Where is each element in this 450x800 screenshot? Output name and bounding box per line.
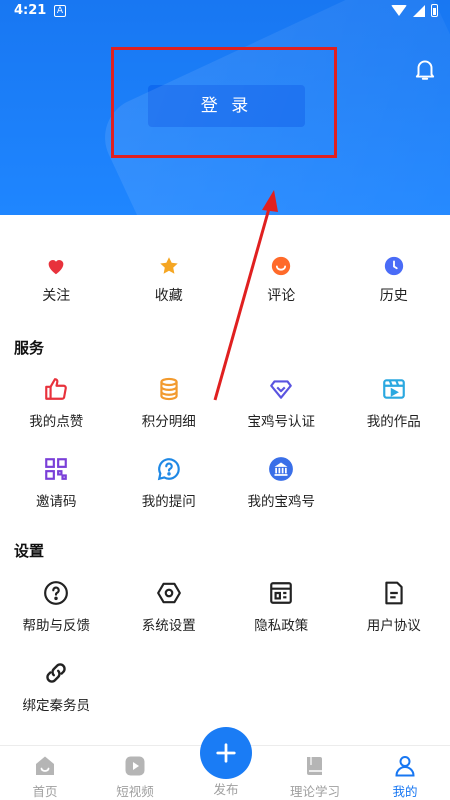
home-icon <box>36 756 54 775</box>
service-item-label: 积分明细 <box>141 414 196 430</box>
person-icon <box>395 756 415 777</box>
services-row-1: 我的点赞 积分明细 宝鸡号认证 我的作品 <box>0 376 450 430</box>
link-icon <box>46 663 66 683</box>
settings-item-label: 绑定秦务员 <box>22 698 91 714</box>
signal-icon <box>413 4 425 17</box>
play-icon <box>125 756 145 776</box>
nav-label: 理论学习 <box>289 784 340 799</box>
settings-item-help-feedback[interactable]: 帮助与反馈 <box>0 580 113 634</box>
nav-home[interactable]: 首页 <box>0 746 90 800</box>
service-item-my-questions[interactable]: 我的提问 <box>113 456 226 510</box>
quick-item-label: 关注 <box>42 288 71 304</box>
service-item-my-likes[interactable]: 我的点赞 <box>0 376 113 430</box>
nav-mine[interactable]: 我的 <box>360 746 450 800</box>
service-item-label: 宝鸡号认证 <box>247 414 316 430</box>
nav-label: 首页 <box>32 784 58 799</box>
plus-icon <box>216 743 236 763</box>
service-item-label: 我的提问 <box>141 494 196 510</box>
nav-theory-study[interactable]: 理论学习 <box>270 746 360 800</box>
status-icons <box>391 4 438 17</box>
publish-button[interactable] <box>200 727 252 779</box>
comment-icon <box>272 256 291 276</box>
settings-item-system[interactable]: 系统设置 <box>113 580 226 634</box>
quick-item-favorites[interactable]: 收藏 <box>113 255 226 305</box>
battery-icon <box>431 4 438 17</box>
settings-section-title: 设置 <box>14 542 45 560</box>
privacy-doc-icon <box>270 582 293 604</box>
publish-label: 发布 <box>213 782 239 797</box>
settings-item-bind-staff[interactable]: 绑定秦务员 <box>0 660 113 714</box>
hexagon-settings-icon <box>156 582 181 604</box>
document-icon <box>385 581 403 605</box>
service-item-my-baoji-account[interactable]: 我的宝鸡号 <box>225 456 338 510</box>
settings-item-label: 隐私政策 <box>254 618 309 634</box>
service-item-invite-code[interactable]: 邀请码 <box>0 456 113 510</box>
quick-item-follow[interactable]: 关注 <box>0 255 113 305</box>
verified-badge-icon <box>270 380 293 399</box>
clock-icon <box>384 256 403 276</box>
annotation-highlight-box <box>111 47 337 158</box>
service-item-label: 邀请码 <box>36 494 77 510</box>
settings-item-label: 系统设置 <box>141 618 196 634</box>
service-item-points[interactable]: 积分明细 <box>113 376 226 430</box>
app-notification-badge: A <box>54 5 66 17</box>
book-icon <box>307 757 322 775</box>
settings-item-user-agreement[interactable]: 用户协议 <box>338 580 450 634</box>
quick-item-label: 历史 <box>379 288 408 304</box>
settings-row-1: 帮助与反馈 系统设置 隐私政策 用户协议 <box>0 580 450 634</box>
question-bubble-icon <box>157 458 180 481</box>
service-item-baoji-verify[interactable]: 宝鸡号认证 <box>225 376 338 430</box>
qr-code-icon <box>45 458 68 480</box>
nav-label: 我的 <box>392 784 418 799</box>
video-clip-icon <box>382 379 405 399</box>
status-bar: 4:21 A <box>0 0 450 22</box>
status-time: 4:21 <box>14 3 47 18</box>
quick-item-label: 评论 <box>267 288 296 304</box>
star-icon <box>160 257 178 274</box>
heart-icon <box>48 260 64 275</box>
settings-item-privacy[interactable]: 隐私政策 <box>225 580 338 634</box>
services-section-title: 服务 <box>14 339 45 357</box>
quick-item-label: 收藏 <box>154 288 183 304</box>
service-item-label: 我的点赞 <box>29 414 84 430</box>
settings-item-label: 帮助与反馈 <box>22 618 91 634</box>
settings-row-2: 绑定秦务员 <box>0 660 450 714</box>
wifi-icon <box>391 5 407 16</box>
service-item-label: 我的作品 <box>366 414 421 430</box>
service-item-my-works[interactable]: 我的作品 <box>338 376 450 430</box>
thumbs-up-icon <box>45 378 68 400</box>
settings-item-label: 用户协议 <box>366 618 421 634</box>
services-row-2: 邀请码 我的提问 我的宝鸡号 <box>0 456 450 510</box>
help-icon <box>44 581 69 605</box>
service-item-label: 我的宝鸡号 <box>247 494 316 510</box>
quick-item-history[interactable]: 历史 <box>338 255 450 305</box>
nav-short-video[interactable]: 短视频 <box>90 746 180 800</box>
quick-item-comments[interactable]: 评论 <box>225 255 338 305</box>
coins-icon <box>160 377 178 401</box>
quick-actions-row: 关注 收藏 评论 历史 <box>0 255 450 305</box>
baoji-account-icon <box>269 457 294 481</box>
bell-icon[interactable] <box>412 56 438 82</box>
nav-label: 短视频 <box>116 784 154 799</box>
